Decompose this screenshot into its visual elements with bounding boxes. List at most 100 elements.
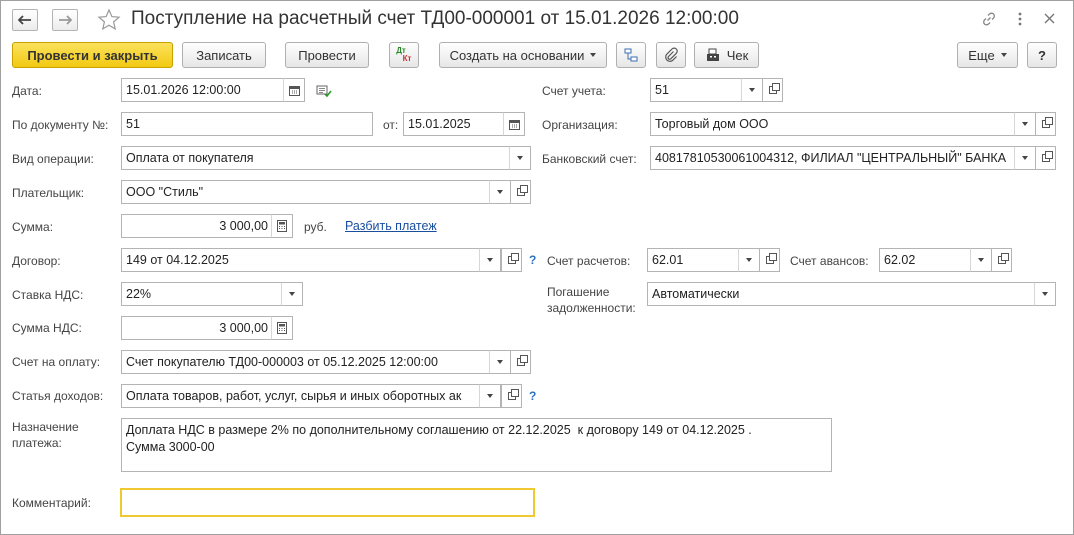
comment-field[interactable] [120,488,535,517]
close-icon[interactable] [1044,13,1055,27]
post-button[interactable]: Провести [285,42,369,68]
date-label: Дата: [12,84,42,98]
chevron-down-icon [590,53,597,57]
page-title: Поступление на расчетный счет ТД00-00000… [131,8,739,29]
bank-account-field[interactable]: 40817810530061004312, ФИЛИАЛ "ЦЕНТРАЛЬНЫ… [650,146,1016,170]
doc-date-field[interactable]: 15.01.2025 [403,112,505,136]
organization-open-button[interactable] [1035,112,1056,136]
amount-calculator-button[interactable] [271,214,293,238]
doc-number-field[interactable]: 51 [121,112,373,136]
open-icon [768,83,780,94]
dt-kt-button[interactable]: Дт Кт [389,42,419,68]
vat-amount-field[interactable]: 3 000,00 [121,316,273,340]
vat-rate-dropdown[interactable] [281,282,303,306]
income-item-label: Статья доходов: [12,389,104,403]
income-item-field[interactable]: Оплата товаров, работ, услуг, сырья и ин… [121,384,481,408]
invoice-field[interactable]: Счет покупателю ТД00-000003 от 05.12.202… [121,350,491,374]
calendar-icon [508,119,520,130]
check-document-icon[interactable] [316,84,332,101]
payment-purpose-field[interactable]: Доплата НДС в размере 2% по дополнительн… [121,418,832,472]
invoice-dropdown[interactable] [489,350,511,374]
payer-label: Плательщик: [12,186,85,200]
settlement-account-dropdown[interactable] [738,248,760,272]
operation-type-select[interactable]: Оплата от покупателя [121,146,511,170]
forward-button[interactable] [52,9,78,31]
advance-account-dropdown[interactable] [970,248,992,272]
settlement-account-field[interactable]: 62.01 [647,248,740,272]
receipt-label: Чек [726,47,749,63]
comment-label: Комментарий: [12,496,91,510]
back-button[interactable] [12,9,38,31]
more-vertical-icon[interactable] [1017,11,1023,30]
favorite-star-icon[interactable] [97,8,121,35]
paperclip-icon [665,47,678,62]
settlement-account-label: Счет расчетов: [547,254,631,268]
help-button[interactable]: ? [1027,42,1057,68]
create-based-on-label: Создать на основании [449,47,585,63]
arrow-left-icon [18,15,31,25]
contract-help-icon[interactable]: ? [529,253,536,267]
organization-label: Организация: [542,118,618,132]
vat-rate-select[interactable]: 22% [121,282,283,306]
contract-open-button[interactable] [501,248,522,272]
payer-field[interactable]: ООО "Стиль" [121,180,491,204]
settlement-account-open-button[interactable] [759,248,780,272]
calculator-icon [277,322,287,334]
amount-field[interactable]: 3 000,00 [121,214,273,238]
doc-number-label: По документу №: [12,118,109,132]
attach-button[interactable] [656,42,686,68]
bank-account-label: Банковский счет: [542,152,637,166]
organization-field[interactable]: Торговый дом ООО [650,112,1016,136]
open-icon [1041,117,1053,128]
payment-purpose-label: Назначение платежа: [12,420,79,450]
create-based-on-button[interactable]: Создать на основании [439,42,607,68]
date-calendar-button[interactable] [283,78,305,102]
open-icon [516,355,528,366]
income-item-help-icon[interactable]: ? [529,389,536,403]
structure-button[interactable] [616,42,646,68]
contract-field[interactable]: 149 от 04.12.2025 [121,248,481,272]
more-button[interactable]: Еще [957,42,1018,68]
open-icon [516,185,528,196]
advance-account-field[interactable]: 62.02 [879,248,972,272]
payer-dropdown[interactable] [489,180,511,204]
open-icon [997,253,1009,264]
open-icon [507,253,519,264]
debt-repayment-dropdown[interactable] [1034,282,1056,306]
doc-date-label: от: [383,118,399,132]
link-icon[interactable] [981,11,997,30]
account-open-button[interactable] [762,78,783,102]
bank-account-open-button[interactable] [1035,146,1056,170]
operation-type-label: Вид операции: [12,152,94,166]
advance-account-label: Счет авансов: [790,254,869,268]
structure-icon [624,48,638,62]
income-item-open-button[interactable] [501,384,522,408]
invoice-open-button[interactable] [510,350,531,374]
post-and-close-button[interactable]: Провести и закрыть [12,42,173,68]
save-button[interactable]: Записать [182,42,266,68]
account-field[interactable]: 51 [650,78,743,102]
debt-repayment-select[interactable]: Автоматически [647,282,1036,306]
payer-open-button[interactable] [510,180,531,204]
open-icon [507,389,519,400]
date-field[interactable]: 15.01.2026 12:00:00 [121,78,285,102]
operation-type-dropdown[interactable] [509,146,531,170]
income-item-dropdown[interactable] [479,384,501,408]
receipt-button[interactable]: Чек [694,42,759,68]
chevron-down-icon [1000,53,1007,57]
currency-label: руб. [304,220,327,234]
open-icon [1041,151,1053,162]
vat-amount-calculator-button[interactable] [271,316,293,340]
contract-dropdown[interactable] [479,248,501,272]
calculator-icon [277,220,287,232]
vat-rate-label: Ставка НДС: [12,288,84,302]
vat-amount-label: Сумма НДС: [12,321,82,335]
contract-label: Договор: [12,254,61,268]
account-dropdown[interactable] [741,78,763,102]
split-payment-link[interactable]: Разбить платеж [345,219,437,233]
organization-dropdown[interactable] [1014,112,1036,136]
account-label: Счет учета: [542,84,606,98]
advance-account-open-button[interactable] [991,248,1012,272]
doc-date-calendar-button[interactable] [503,112,525,136]
bank-account-dropdown[interactable] [1014,146,1036,170]
